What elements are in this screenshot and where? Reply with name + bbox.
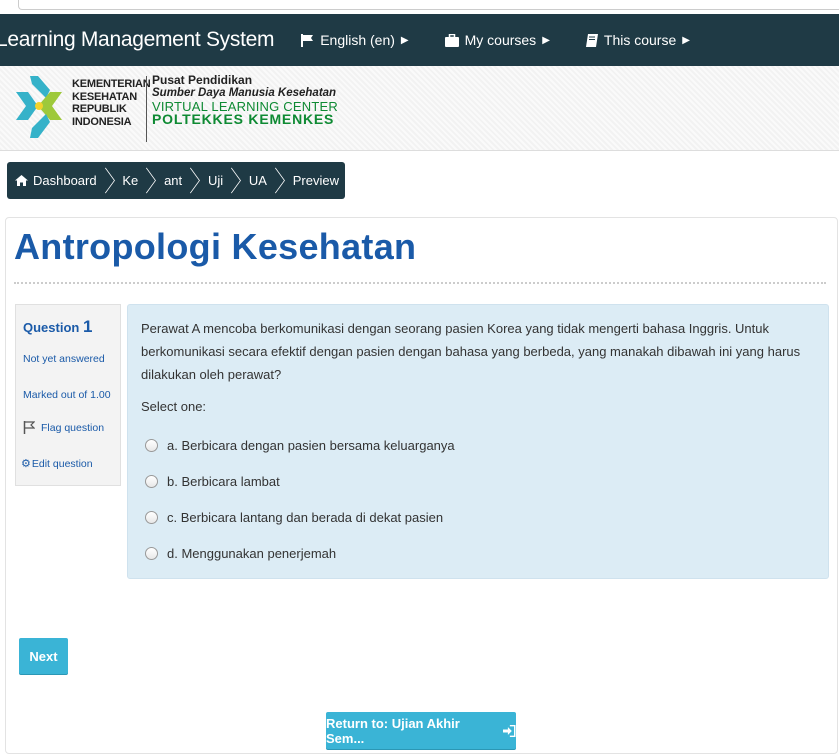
- breadcrumb-separator: [190, 167, 201, 194]
- edit-question-label: Edit question: [31, 457, 93, 470]
- question-content: Perawat A mencoba berkomunikasi dengan s…: [127, 304, 829, 579]
- flag-question-link[interactable]: Flag question: [23, 421, 104, 434]
- breadcrumb-separator: [104, 167, 115, 194]
- gear-icon: ⚙: [21, 458, 31, 470]
- edit-question-link[interactable]: ⚙ Edit question: [21, 457, 93, 471]
- answer-option-label: b. Berbicara lambat: [167, 473, 280, 489]
- breadcrumb-item[interactable]: Uji: [202, 162, 229, 199]
- radio-button[interactable]: [145, 510, 158, 524]
- book-icon: [585, 33, 598, 47]
- pusat-line: Pusat Pendidikan: [152, 73, 253, 87]
- title-divider: [14, 282, 826, 284]
- top-strip: [0, 0, 839, 14]
- briefcase-icon: [444, 33, 459, 47]
- breadcrumb: Dashboard Ke ant Uji UA Preview: [7, 162, 345, 199]
- site-brand[interactable]: Learning Management System: [0, 28, 275, 52]
- radio-button[interactable]: [145, 546, 158, 560]
- question-number-value: 1: [82, 317, 93, 336]
- radio-button[interactable]: [145, 438, 158, 452]
- breadcrumb-dashboard[interactable]: Dashboard: [7, 162, 103, 199]
- site-banner: KEMENTERIAN KESEHATAN REPUBLIK INDONESIA…: [0, 66, 839, 151]
- breadcrumb-item[interactable]: UA: [243, 162, 273, 199]
- answer-option-d[interactable]: d. Menggunakan penerjemah: [145, 535, 455, 571]
- page-title: Antropologi Kesehatan: [14, 226, 417, 267]
- kemenkes-name: KEMENTERIAN KESEHATAN REPUBLIK INDONESIA: [72, 78, 151, 128]
- caret-right-icon: ▶: [400, 34, 409, 46]
- banner-divider: [146, 76, 147, 142]
- pusat-line: POLTEKKES KEMENKES: [152, 111, 335, 127]
- breadcrumb-label: UA: [248, 173, 267, 188]
- answer-option-label: a. Berbicara dengan pasien bersama kelua…: [167, 437, 455, 453]
- kemenkes-line: KEMENTERIAN: [72, 78, 151, 90]
- nav-language-label: English (en): [320, 32, 395, 48]
- sign-in-icon: [503, 724, 516, 737]
- nav-my-courses-label: My courses: [464, 32, 537, 48]
- answer-option-a[interactable]: a. Berbicara dengan pasien bersama kelua…: [145, 427, 455, 463]
- question-state: Not yet answered: [23, 353, 105, 365]
- kemenkes-line: REPUBLIK: [72, 103, 127, 115]
- kemenkes-line: KESEHATAN: [72, 90, 138, 103]
- answer-option-label: c. Berbicara lantang dan berada di dekat…: [167, 509, 444, 525]
- question-label: Question: [23, 320, 80, 335]
- answer-option-c[interactable]: c. Berbicara lantang dan berada di dekat…: [145, 499, 455, 535]
- question-info-panel: Question 1 Not yet answered Marked out o…: [15, 304, 121, 486]
- flag-question-label: Flag question: [41, 421, 105, 434]
- caret-right-icon: ▶: [682, 34, 690, 46]
- nav-language-menu[interactable]: English (en) ▶: [300, 32, 409, 48]
- top-strip-border: [18, 0, 839, 10]
- breadcrumb-separator: [146, 167, 157, 194]
- breadcrumb-label: ant: [164, 173, 183, 188]
- radio-button[interactable]: [145, 474, 158, 488]
- question-number: Question 1: [23, 317, 92, 337]
- breadcrumb-preview[interactable]: Preview: [287, 162, 345, 199]
- breadcrumb-item[interactable]: ant: [158, 162, 188, 199]
- caret-right-icon: ▶: [542, 34, 550, 46]
- breadcrumb-item[interactable]: Ke: [116, 162, 144, 199]
- breadcrumb-label: Dashboard: [33, 173, 97, 188]
- question-text: Perawat A mencoba berkomunikasi dengan s…: [141, 321, 801, 382]
- return-button-label: Return to: Ujian Akhir Sem...: [326, 715, 460, 746]
- next-button[interactable]: Next: [19, 638, 68, 674]
- pusat-name: Pusat Pendidikan Sumber Daya Manusia Kes…: [152, 73, 338, 127]
- nav-this-course-label: This course: [603, 32, 677, 48]
- kemenkes-line: INDONESIA: [72, 115, 132, 128]
- question-grade: Marked out of 1.00: [23, 389, 111, 401]
- answer-option-b[interactable]: b. Berbicara lambat: [145, 463, 455, 499]
- home-icon: [15, 175, 28, 186]
- return-button[interactable]: Return to: Ujian Akhir Sem...: [326, 712, 516, 749]
- flag-icon: [301, 33, 314, 47]
- breadcrumb-separator: [274, 167, 285, 194]
- nav-this-course-menu[interactable]: This course ▶: [585, 32, 690, 48]
- breadcrumb-label: Uji: [207, 173, 224, 188]
- breadcrumb-label: Preview: [292, 173, 339, 188]
- breadcrumb-label: Ke: [122, 173, 139, 188]
- kemenkes-logo: [16, 76, 62, 138]
- flag-outline-icon: [23, 421, 35, 434]
- navbar: Learning Management System English (en) …: [0, 14, 839, 66]
- breadcrumb-separator: [231, 167, 242, 194]
- answer-option-label: d. Menggunakan penerjemah: [167, 545, 337, 561]
- answer-prompt: Select one:: [141, 399, 207, 414]
- answer-options: a. Berbicara dengan pasien bersama kelua…: [145, 427, 455, 571]
- nav-my-courses-menu[interactable]: My courses ▶: [444, 32, 550, 48]
